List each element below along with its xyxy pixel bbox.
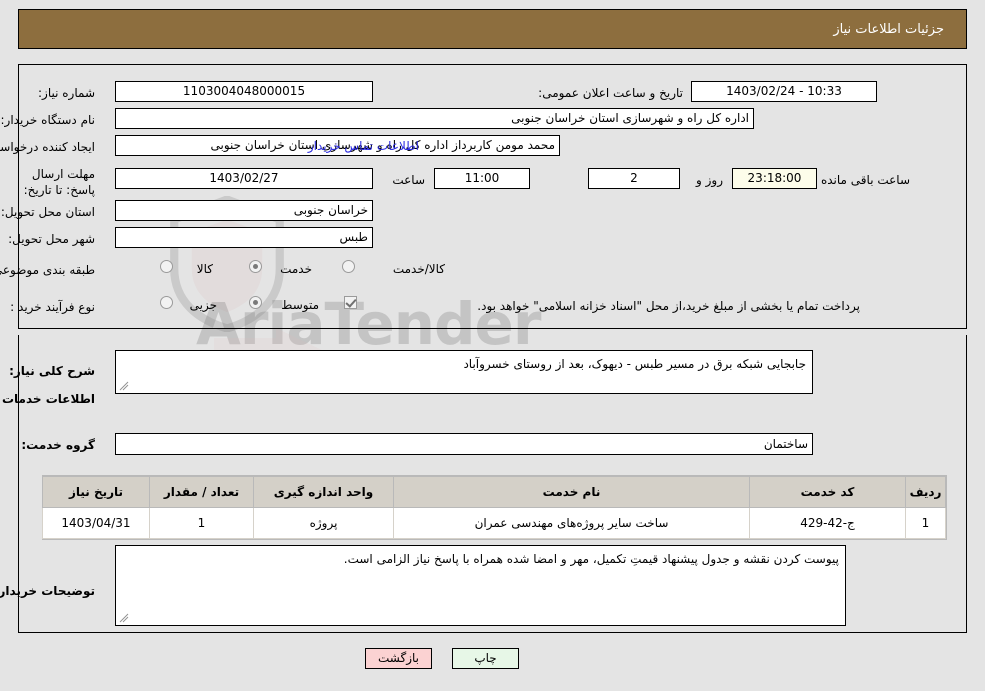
announce-datetime-label: تاریخ و ساعت اعلان عمومی:: [538, 86, 683, 100]
radio-process-minor[interactable]: [160, 296, 173, 309]
radio-category-goods-service-label: کالا/خدمت: [392, 262, 445, 276]
buyer-contact-link[interactable]: اطلاعات تماس خریدار: [308, 139, 419, 153]
subject-category-label: طبقه بندی موضوعی:: [0, 263, 95, 277]
table-row: 1 ج-42-429 ساخت سایر پروژه‌های مهندسی عم…: [42, 507, 946, 539]
radio-process-medium-label: متوسط: [281, 298, 319, 312]
delivery-city-label: شهر محل تحویل:: [8, 232, 95, 246]
radio-process-medium[interactable]: [249, 296, 262, 309]
col-row-no: ردیف: [905, 476, 946, 508]
requester-label: ایجاد کننده درخواست:: [0, 140, 95, 154]
radio-category-service[interactable]: [249, 260, 262, 273]
table-header-row: ردیف کد خدمت نام خدمت واحد اندازه گیری ت…: [42, 476, 946, 508]
services-section-heading: اطلاعات خدمات مورد نیاز: [0, 392, 95, 406]
treasury-note: پرداخت تمام یا بخشی از مبلغ خرید،از محل …: [477, 299, 860, 313]
service-group-label: گروه خدمت:: [21, 438, 95, 452]
remaining-time-value: 23:18:00: [732, 168, 817, 189]
need-number-value: 1103004048000015: [115, 81, 373, 102]
resize-grip-icon[interactable]: [119, 381, 129, 391]
buyer-notes-label: توضیحات خریدار:: [0, 584, 95, 598]
remaining-time-suffix: ساعت باقی مانده: [820, 173, 910, 187]
col-service-name: نام خدمت: [393, 476, 750, 508]
services-table-wrapper: ردیف کد خدمت نام خدمت واحد اندازه گیری ت…: [42, 475, 947, 540]
need-description-label: شرح کلی نیاز:: [9, 364, 95, 378]
cell-row-no: 1: [905, 507, 946, 539]
need-description-textarea[interactable]: جابجایی شبکه برق در مسیر طبس - دیهوک، بع…: [115, 350, 813, 394]
print-button[interactable]: چاپ: [452, 648, 519, 669]
need-description-value: جابجایی شبکه برق در مسیر طبس - دیهوک، بع…: [463, 357, 806, 371]
remaining-days-value: 2: [588, 168, 680, 189]
delivery-city-value: طبس: [115, 227, 373, 248]
need-number-label: شماره نیاز:: [38, 86, 95, 100]
col-unit: واحد اندازه گیری: [253, 476, 394, 508]
delivery-province-label: استان محل تحویل:: [0, 205, 95, 219]
col-service-code: کد خدمت: [749, 476, 906, 508]
summary-panel: [18, 64, 967, 329]
buyer-org-value: اداره کل راه و شهرسازی استان خراسان جنوب…: [115, 108, 754, 129]
cell-service-name: ساخت سایر پروژه‌های مهندسی عمران: [393, 507, 750, 539]
page-header: جزئیات اطلاعات نیاز: [18, 9, 967, 49]
radio-category-goods[interactable]: [160, 260, 173, 273]
deadline-hour-label: ساعت: [392, 173, 425, 187]
radio-category-goods-label: کالا: [196, 262, 213, 276]
col-quantity: تعداد / مقدار: [149, 476, 254, 508]
announce-datetime-value: 10:33 - 1403/02/24: [691, 81, 877, 102]
treasury-documents-checkbox[interactable]: [344, 296, 357, 309]
remaining-days-suffix: روز و: [696, 173, 723, 187]
back-button[interactable]: بازگشت: [365, 648, 432, 669]
buyer-notes-textarea[interactable]: پیوست کردن نقشه و جدول پیشنهاد قیمتِ تکم…: [115, 545, 846, 626]
services-table: ردیف کد خدمت نام خدمت واحد اندازه گیری ت…: [42, 476, 946, 539]
cell-quantity: 1: [149, 507, 254, 539]
buyer-notes-value: پیوست کردن نقشه و جدول پیشنهاد قیمتِ تکم…: [343, 552, 839, 566]
buyer-org-label: نام دستگاه خریدار:: [0, 113, 96, 127]
deadline-date-value: 1403/02/27: [115, 168, 373, 189]
deadline-hour-value: 11:00: [434, 168, 530, 189]
radio-process-minor-label: جزیی: [189, 298, 217, 312]
service-group-value: ساختمان: [115, 433, 813, 455]
cell-need-date: 1403/04/31: [42, 507, 150, 539]
radio-category-goods-service[interactable]: [342, 260, 355, 273]
radio-category-service-label: خدمت: [280, 262, 312, 276]
col-need-date: تاریخ نیاز: [42, 476, 150, 508]
resize-grip-icon[interactable]: [119, 613, 129, 623]
cell-unit: پروژه: [253, 507, 394, 539]
page-title: جزئیات اطلاعات نیاز: [833, 21, 944, 37]
delivery-province-value: خراسان جنوبی: [115, 200, 373, 221]
cell-service-code: ج-42-429: [749, 507, 906, 539]
purchase-process-label: نوع فرآیند خرید :: [10, 300, 95, 314]
deadline-label: مهلت ارسال پاسخ: تا تاریخ:: [23, 167, 95, 197]
